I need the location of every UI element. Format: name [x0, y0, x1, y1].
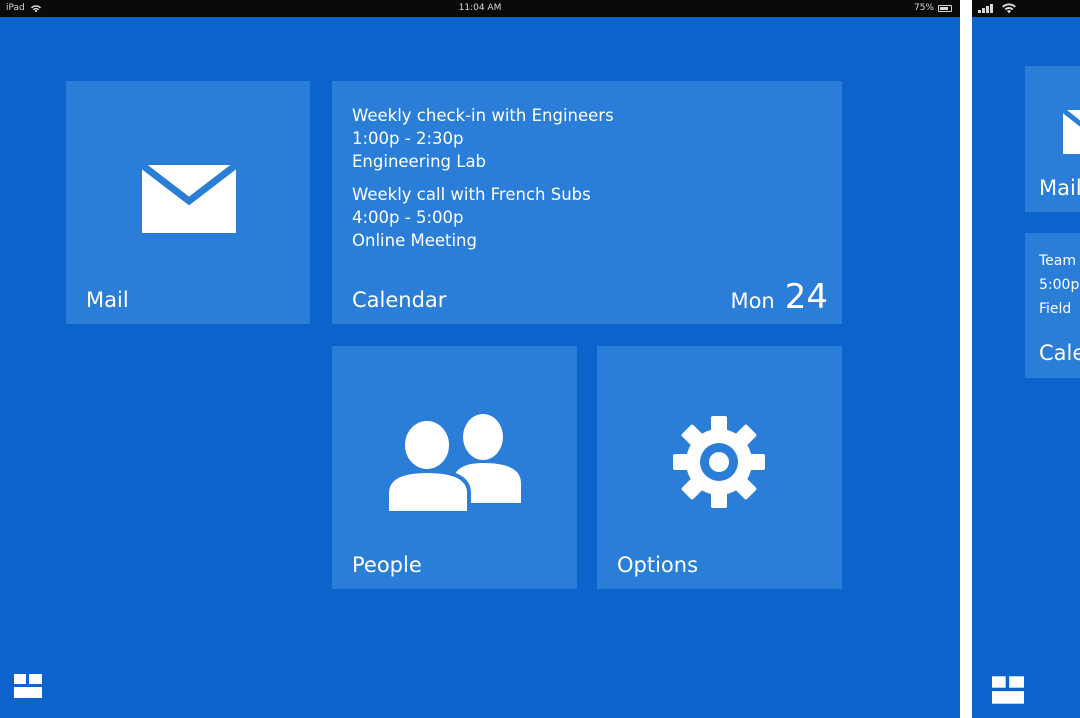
people-tile[interactable]: People	[332, 346, 577, 589]
event-location: Field	[1039, 301, 1072, 317]
event-title: Weekly check-in with Engineers	[352, 106, 614, 125]
event-title: Team	[1039, 253, 1077, 269]
mail-tile-label: Mail	[86, 288, 129, 312]
main-screen: iPad 11:04 AM 75% Mail Weekly check-in w…	[0, 0, 960, 718]
mail-icon	[139, 162, 239, 237]
signal-icon	[978, 0, 998, 17]
secondary-calendar-label: Cale	[1039, 341, 1080, 365]
mail-icon	[1061, 108, 1080, 158]
event-time: 1:00p - 2:30p	[352, 129, 464, 148]
secondary-calendar-event: Team 5:00p Field	[1039, 249, 1079, 321]
people-tile-label: People	[352, 553, 422, 577]
start-button[interactable]	[14, 674, 42, 702]
people-icon	[385, 413, 525, 517]
calendar-tile-label: Calendar	[352, 288, 447, 312]
event-time: 5:00p	[1039, 277, 1080, 293]
status-bar: iPad 11:04 AM 75%	[0, 0, 960, 17]
secondary-status-left	[978, 0, 1017, 17]
options-tile[interactable]: Options	[597, 346, 842, 589]
calendar-tile[interactable]: Weekly check-in with Engineers 1:00p - 2…	[332, 81, 842, 324]
status-time: 11:04 AM	[458, 3, 502, 13]
calendar-event: Weekly call with French Subs 4:00p - 5:0…	[352, 183, 614, 252]
secondary-start-button[interactable]	[992, 676, 1024, 708]
secondary-mail-tile[interactable]: Mail	[1025, 66, 1080, 212]
calendar-events: Weekly check-in with Engineers 1:00p - 2…	[352, 104, 614, 262]
mail-tile[interactable]: Mail	[66, 81, 310, 324]
wifi-icon	[1001, 0, 1017, 17]
start-tiles-icon	[14, 674, 42, 698]
battery-icon	[938, 0, 952, 17]
event-location: Online Meeting	[352, 231, 477, 250]
secondary-screen: Mail Team 5:00p Field Cale	[972, 0, 1080, 718]
calendar-event: Weekly check-in with Engineers 1:00p - 2…	[352, 104, 614, 173]
status-right: 75%	[914, 0, 952, 17]
secondary-mail-label: Mail	[1039, 176, 1080, 200]
secondary-status-bar	[972, 0, 1080, 17]
event-location: Engineering Lab	[352, 152, 487, 171]
secondary-calendar-tile[interactable]: Team 5:00p Field Cale	[1025, 233, 1080, 378]
battery-percent: 75%	[913, 3, 934, 13]
calendar-day: Mon	[730, 289, 775, 313]
event-time: 4:00p - 5:00p	[352, 208, 464, 227]
event-title: Weekly call with French Subs	[352, 185, 591, 204]
calendar-day-number: 24	[784, 277, 828, 317]
calendar-date: Mon 24	[730, 278, 828, 316]
options-tile-label: Options	[617, 553, 699, 577]
start-tiles-icon	[992, 676, 1024, 704]
gear-icon	[671, 414, 767, 514]
